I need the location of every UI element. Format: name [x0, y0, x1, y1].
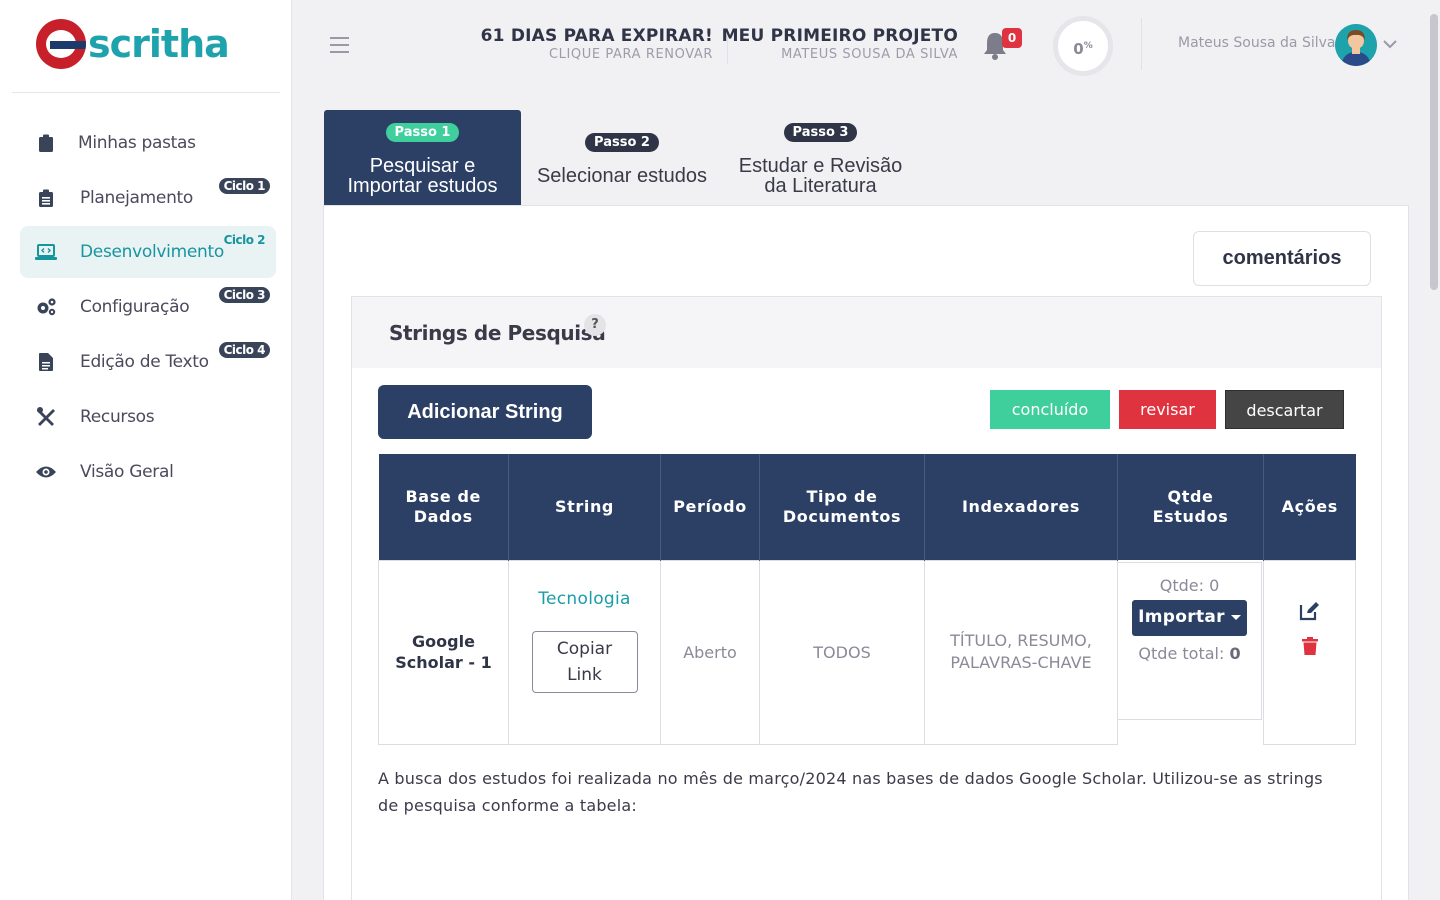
file-text-icon [34, 350, 58, 374]
clipboard-list-icon [34, 186, 58, 210]
string-link[interactable]: Tecnologia [509, 589, 660, 609]
step-label-line1: Selecionar estudos [536, 165, 708, 187]
step-label-line2: Importar estudos [347, 175, 498, 197]
tab-passo-3[interactable]: Passo 3 Estudar e Revisão da Literatura [722, 110, 919, 206]
logo-mark [36, 19, 86, 69]
sidebar-item-label: Configuração [80, 297, 190, 317]
avatar[interactable] [1335, 24, 1377, 66]
sidebar-item-minhas-pastas[interactable]: Minhas pastas [20, 117, 276, 169]
comments-button[interactable]: comentários [1193, 231, 1371, 286]
cell-period: Aberto [660, 559, 760, 745]
help-icon[interactable]: ? [584, 314, 606, 336]
review-button[interactable]: revisar [1119, 390, 1216, 429]
ciclo-badge: Ciclo 2 [223, 233, 266, 247]
clipboard-icon [34, 131, 58, 155]
expiry-title: 61 DIAS PARA EXPIRAR! [480, 26, 713, 46]
caret-down-icon [1230, 614, 1241, 620]
cell-string: Tecnologia Copiar Link [508, 559, 661, 745]
ciclo-badge: Ciclo 3 [218, 287, 270, 303]
step-badge: Passo 3 [783, 123, 858, 142]
column-header-qtde-estudos: Qtde Estudos [1117, 454, 1264, 560]
notification-count-badge: 0 [1002, 28, 1022, 48]
import-button[interactable]: Importar [1132, 600, 1247, 636]
qtde-count: Qtde: 0 [1159, 576, 1220, 595]
column-header-acoes: Ações [1263, 454, 1356, 560]
edit-icon[interactable] [1264, 601, 1355, 625]
sidebar-item-edicao-de-texto[interactable]: Edição de Texto Ciclo 4 [20, 336, 276, 388]
card-title: Strings de Pesquisa [389, 321, 606, 345]
sidebar-item-label: Visão Geral [80, 462, 174, 482]
menu-toggle-button[interactable] [330, 37, 349, 53]
step-label-line1: Estudar e Revisão [738, 155, 903, 177]
table-header-row: Base de Dados String Período Tipo de Docum… [378, 454, 1356, 560]
step-badge: Passo 1 [385, 123, 460, 142]
column-header-indexadores: Indexadores [924, 454, 1118, 560]
project-title: MEU PRIMEIRO PROJETO [721, 26, 958, 46]
cell-doctype: TODOS [759, 559, 925, 745]
expiry-notice[interactable]: 61 DIAS PARA EXPIRAR! CLIQUE PARA RENOVA… [481, 26, 713, 62]
qtde-estudos-box: Qtde: 0 Importar Qtde total: 0 [1117, 562, 1262, 720]
copy-link-button[interactable]: Copiar Link [531, 631, 638, 693]
done-button[interactable]: concluído [990, 390, 1110, 429]
project-owner: MATEUS SOUSA DA SILVA [781, 47, 958, 62]
progress-unit: % [1083, 41, 1093, 51]
logo[interactable]: scritha [36, 18, 230, 70]
laptop-code-icon [34, 240, 58, 264]
cogs-icon [34, 295, 58, 319]
step-badge: Passo 2 [585, 133, 659, 152]
card-header: Strings de Pesquisa ? [352, 297, 1381, 368]
sidebar-item-label: Desenvolvimento [80, 242, 224, 262]
tab-passo-1[interactable]: Passo 1 Pesquisar e Importar estudos [324, 110, 521, 206]
tab-passo-2[interactable]: Passo 2 Selecionar estudos [522, 110, 722, 206]
logo-text: scritha [88, 22, 230, 66]
search-description-text: A busca dos estudos foi realizada no mês… [378, 769, 1323, 815]
progress-value: 0 [1073, 40, 1084, 58]
progress-indicator: 0% [1053, 16, 1113, 76]
sidebar-item-configuracao[interactable]: Configuração Ciclo 3 [20, 281, 276, 333]
divider [12, 92, 280, 93]
renew-link[interactable]: CLIQUE PARA RENOVAR [481, 47, 713, 62]
column-header-string: String [508, 454, 661, 560]
divider [1141, 18, 1142, 70]
ciclo-badge: Ciclo 4 [218, 342, 270, 358]
sidebar-item-label: Planejamento [80, 188, 194, 208]
sidebar: scritha Minhas pastas Planejamento Ciclo… [0, 0, 292, 900]
column-header-tipo-de-documentos: Tipo de Documentos [759, 454, 925, 560]
qtde-total: Qtde total: 0 [1138, 644, 1241, 663]
chevron-down-icon[interactable] [1382, 36, 1398, 52]
scrollbar[interactable] [1428, 0, 1440, 900]
step-label-line2: da Literatura [764, 175, 877, 197]
cell-indexers: TÍTULO, RESUMO, PALAVRAS-CHAVE [924, 559, 1118, 745]
sidebar-item-label: Recursos [80, 407, 155, 427]
sidebar-item-recursos[interactable]: Recursos [20, 391, 276, 443]
cell-database: Google Scholar - 1 [378, 559, 509, 745]
eye-icon [34, 460, 58, 484]
ciclo-badge: Ciclo 1 [218, 178, 270, 194]
sidebar-item-label: Edição de Texto [80, 352, 209, 372]
sidebar-item-visao-geral[interactable]: Visão Geral [20, 446, 276, 498]
scrollbar-thumb[interactable] [1430, 14, 1438, 290]
step-label-line1: Pesquisar e [369, 155, 476, 177]
discard-button[interactable]: descartar [1225, 390, 1344, 429]
trash-icon[interactable] [1264, 637, 1355, 659]
sidebar-item-label: Minhas pastas [78, 133, 196, 153]
import-dropdown[interactable]: Importar [1118, 595, 1261, 636]
column-header-base-de-dados: Base de Dados [378, 454, 509, 560]
project-info[interactable]: MEU PRIMEIRO PROJETO MATEUS SOUSA DA SIL… [722, 26, 958, 62]
add-string-button[interactable]: Adicionar String [378, 385, 592, 439]
user-name[interactable]: Mateus Sousa da Silva [1178, 35, 1335, 51]
column-header-periodo: Período [660, 454, 760, 560]
cell-actions [1263, 559, 1356, 745]
tools-icon [34, 405, 58, 429]
sidebar-item-desenvolvimento[interactable]: Desenvolvimento Ciclo 2 [20, 226, 276, 278]
sidebar-item-planejamento[interactable]: Planejamento Ciclo 1 [20, 172, 276, 224]
